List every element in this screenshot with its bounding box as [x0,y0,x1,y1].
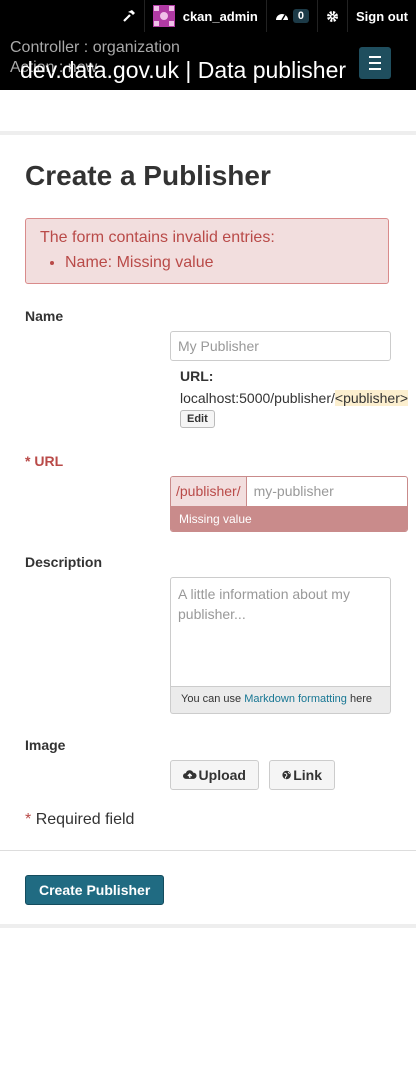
markdown-link[interactable]: Markdown formatting [244,693,347,705]
url-label: * URL [25,453,63,469]
name-input[interactable]: My Publisher [170,331,391,361]
account-bar: ckan_admin 0 Sign out [114,0,416,32]
url-preview: URL: localhost:5000/publisher/<publisher… [180,368,409,428]
required-note-star: * [25,811,32,828]
dashboard-icon [275,14,288,21]
divider [0,131,416,135]
gear-icon [327,10,338,22]
globe-icon [282,770,291,780]
form-divider [0,850,416,851]
upload-button[interactable]: Upload [170,760,259,790]
sign-out-label: Sign out [356,8,408,24]
edit-url-button[interactable]: Edit [180,410,215,428]
nav-menu-button[interactable] [359,47,391,79]
cloud-upload-icon [183,770,197,779]
settings-link[interactable] [317,0,347,32]
image-label: Image [25,737,66,753]
hammer-icon [122,10,135,22]
url-input-row: /publisher/ my-publisher [171,477,407,506]
url-prefix: /publisher/ [171,477,247,506]
dashboard-count: 0 [292,9,309,23]
sysadmin-link[interactable] [114,0,144,32]
markdown-hint: You can use Markdown formatting here [170,687,391,714]
hint-suffix: here [346,693,372,705]
required-note-text: Required field [35,811,135,828]
url-error-message: Missing value [171,506,407,531]
avatar [152,5,175,27]
url-input[interactable]: my-publisher [247,477,341,506]
link-button[interactable]: Link [269,760,335,790]
url-label-text: URL [34,453,64,469]
url-slug: <publisher> [334,390,409,406]
url-field-group: /publisher/ my-publisher Missing value [170,476,408,532]
debug-controller: Controller : organization [10,39,180,56]
error-item: Name: Missing value [65,253,374,273]
sign-out-link[interactable]: Sign out [347,0,416,32]
dashboard-link[interactable]: 0 [265,0,317,32]
hamburger-icon [369,54,381,72]
username: ckan_admin [182,8,258,24]
description-textarea[interactable]: A little information about my publisher.… [170,577,391,687]
link-label: Link [293,767,322,783]
url-preview-label: URL: [180,368,214,384]
required-star: * [25,453,31,469]
hint-prefix: You can use [181,693,245,705]
url-base: localhost:5000/publisher/ [180,390,335,406]
create-publisher-button[interactable]: Create Publisher [25,875,165,905]
site-title[interactable]: dev.data.gov.uk | Data publisher [20,57,346,84]
url-preview-path: localhost:5000/publisher/<publisher> [180,390,409,406]
error-alert: The form contains invalid entries: Name:… [25,218,389,284]
name-label: Name [25,308,64,324]
required-field-note: * Required field [25,811,134,829]
page-title: Create a Publisher [25,160,271,191]
alert-heading: The form contains invalid entries: [40,229,275,246]
masthead: ckan_admin 0 Sign out Controller : organ… [0,0,416,90]
error-list: Name: Missing value [50,253,374,273]
description-label: Description [25,554,103,570]
upload-label: Upload [198,767,246,783]
user-link[interactable]: ckan_admin [143,0,266,32]
footer-divider [0,924,416,928]
